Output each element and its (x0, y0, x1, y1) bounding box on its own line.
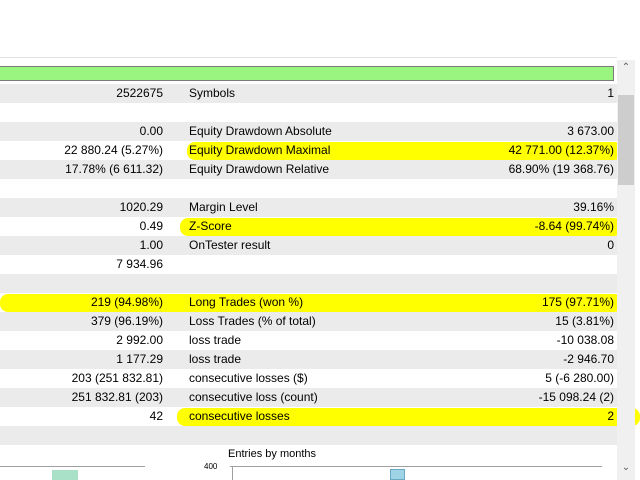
table-row: 251 832.81 (203) consecutive loss (count)… (0, 388, 617, 407)
table-row: 22 880.24 (5.27%) Equity Drawdown Maximal… (0, 141, 622, 160)
progress-bar (0, 66, 614, 81)
value-right: 0 (607, 238, 614, 252)
table-row: 219 (94.98%) Long Trades (won %) 175 (97.7… (0, 293, 622, 312)
value-right: -15 098.24 (2) (538, 390, 614, 404)
value-left: 2 992.00 (116, 333, 163, 347)
right-chart-axis (230, 466, 602, 467)
value-left: 2522675 (116, 86, 163, 100)
value-right: 2 (607, 409, 614, 423)
value-left: 219 (94.98%) (90, 295, 163, 309)
metric-label: Loss Trades (% of total) (189, 314, 316, 328)
metric-label: Equity Drawdown Maximal (189, 143, 331, 157)
table-row: 0.49 Z-Score -8.64 (99.74%) (0, 217, 622, 236)
value-right: -8.64 (99.74%) (534, 219, 614, 233)
metric-label: OnTester result (189, 238, 271, 252)
scroll-up-icon[interactable]: ⌃ (617, 62, 635, 73)
table-row: 379 (96.19%) Loss Trades (% of total) 15 (… (0, 312, 617, 331)
table-row: 17.78% (6 611.32) Equity Drawdown Relativ… (0, 160, 617, 179)
table-row (0, 103, 617, 122)
table-row: 1020.29 Margin Level 39.16% (0, 198, 617, 217)
metric-label: consecutive losses (189, 409, 290, 423)
value-right: 15 (3.81%) (555, 314, 614, 328)
entries-bar (390, 469, 405, 480)
metric-label: consecutive loss (count) (189, 390, 318, 404)
table-row: 203 (251 832.81) consecutive losses ($) 5 … (0, 369, 617, 388)
results-table: 2522675 Symbols 1 0.00 Equity Drawdown Absol… (0, 84, 640, 445)
table-row: 2 992.00 loss trade -10 038.08 (0, 331, 617, 350)
value-right: 3 673.00 (567, 124, 614, 138)
value-right: -2 946.70 (563, 352, 614, 366)
value-right: 42 771.00 (12.37%) (508, 143, 614, 157)
value-left: 17.78% (6 611.32) (65, 162, 163, 176)
value-left: 1 177.29 (116, 352, 163, 366)
metric-label: loss trade (189, 333, 242, 347)
value-left: 42 (149, 409, 163, 423)
y-tick-label: 400 (204, 462, 218, 471)
right-chart-y-axis (232, 467, 233, 480)
table-row: 2522675 Symbols 1 (0, 84, 617, 103)
left-chart-axis (0, 466, 145, 467)
value-left: 0.00 (139, 124, 163, 138)
value-right: 5 (-6 280.00) (545, 371, 614, 385)
metric-label: Margin Level (189, 200, 258, 214)
value-right: 1 (607, 86, 614, 100)
value-left: 379 (96.19%) (90, 314, 163, 328)
value-left: 1020.29 (119, 200, 163, 214)
metric-label: Equity Drawdown Relative (189, 162, 330, 176)
table-row: 1 177.29 loss trade -2 946.70 (0, 350, 617, 369)
table-row: 42 consecutive losses 2 (0, 407, 640, 426)
scroll-down-icon[interactable]: ⌄ (617, 462, 635, 473)
metric-label: Equity Drawdown Absolute (189, 124, 332, 138)
chart-title: Entries by months (228, 448, 317, 460)
value-left: 251 832.81 (203) (71, 390, 163, 404)
table-row (0, 274, 617, 293)
metric-label: consecutive losses ($) (189, 371, 308, 385)
table-row: 1.00 OnTester result 0 (0, 236, 617, 255)
table-row: 7 934.96 (0, 255, 617, 274)
value-left: 0.49 (139, 219, 163, 233)
toolbar-divider (0, 57, 617, 58)
table-row (0, 179, 617, 198)
value-right: 175 (97.71%) (541, 295, 614, 309)
value-left: 1.00 (139, 238, 163, 252)
value-left: 203 (251 832.81) (71, 371, 163, 385)
table-row: 0.00 Equity Drawdown Absolute 3 673.00 (0, 122, 617, 141)
left-chart-bar (52, 470, 78, 480)
metric-label: Long Trades (won %) (189, 295, 304, 309)
scroll-thumb[interactable] (618, 95, 634, 185)
value-right: 68.90% (19 368.76) (508, 162, 614, 176)
metric-label: Symbols (189, 86, 236, 100)
value-left: 22 880.24 (5.27%) (64, 143, 163, 157)
value-right: 39.16% (573, 200, 614, 214)
value-left: 7 934.96 (116, 257, 163, 271)
metric-label: Z-Score (189, 219, 232, 233)
table-row (0, 426, 617, 445)
metric-label: loss trade (189, 352, 242, 366)
value-right: -10 038.08 (556, 333, 614, 347)
vertical-scrollbar[interactable]: ⌃ ⌄ (617, 60, 635, 480)
